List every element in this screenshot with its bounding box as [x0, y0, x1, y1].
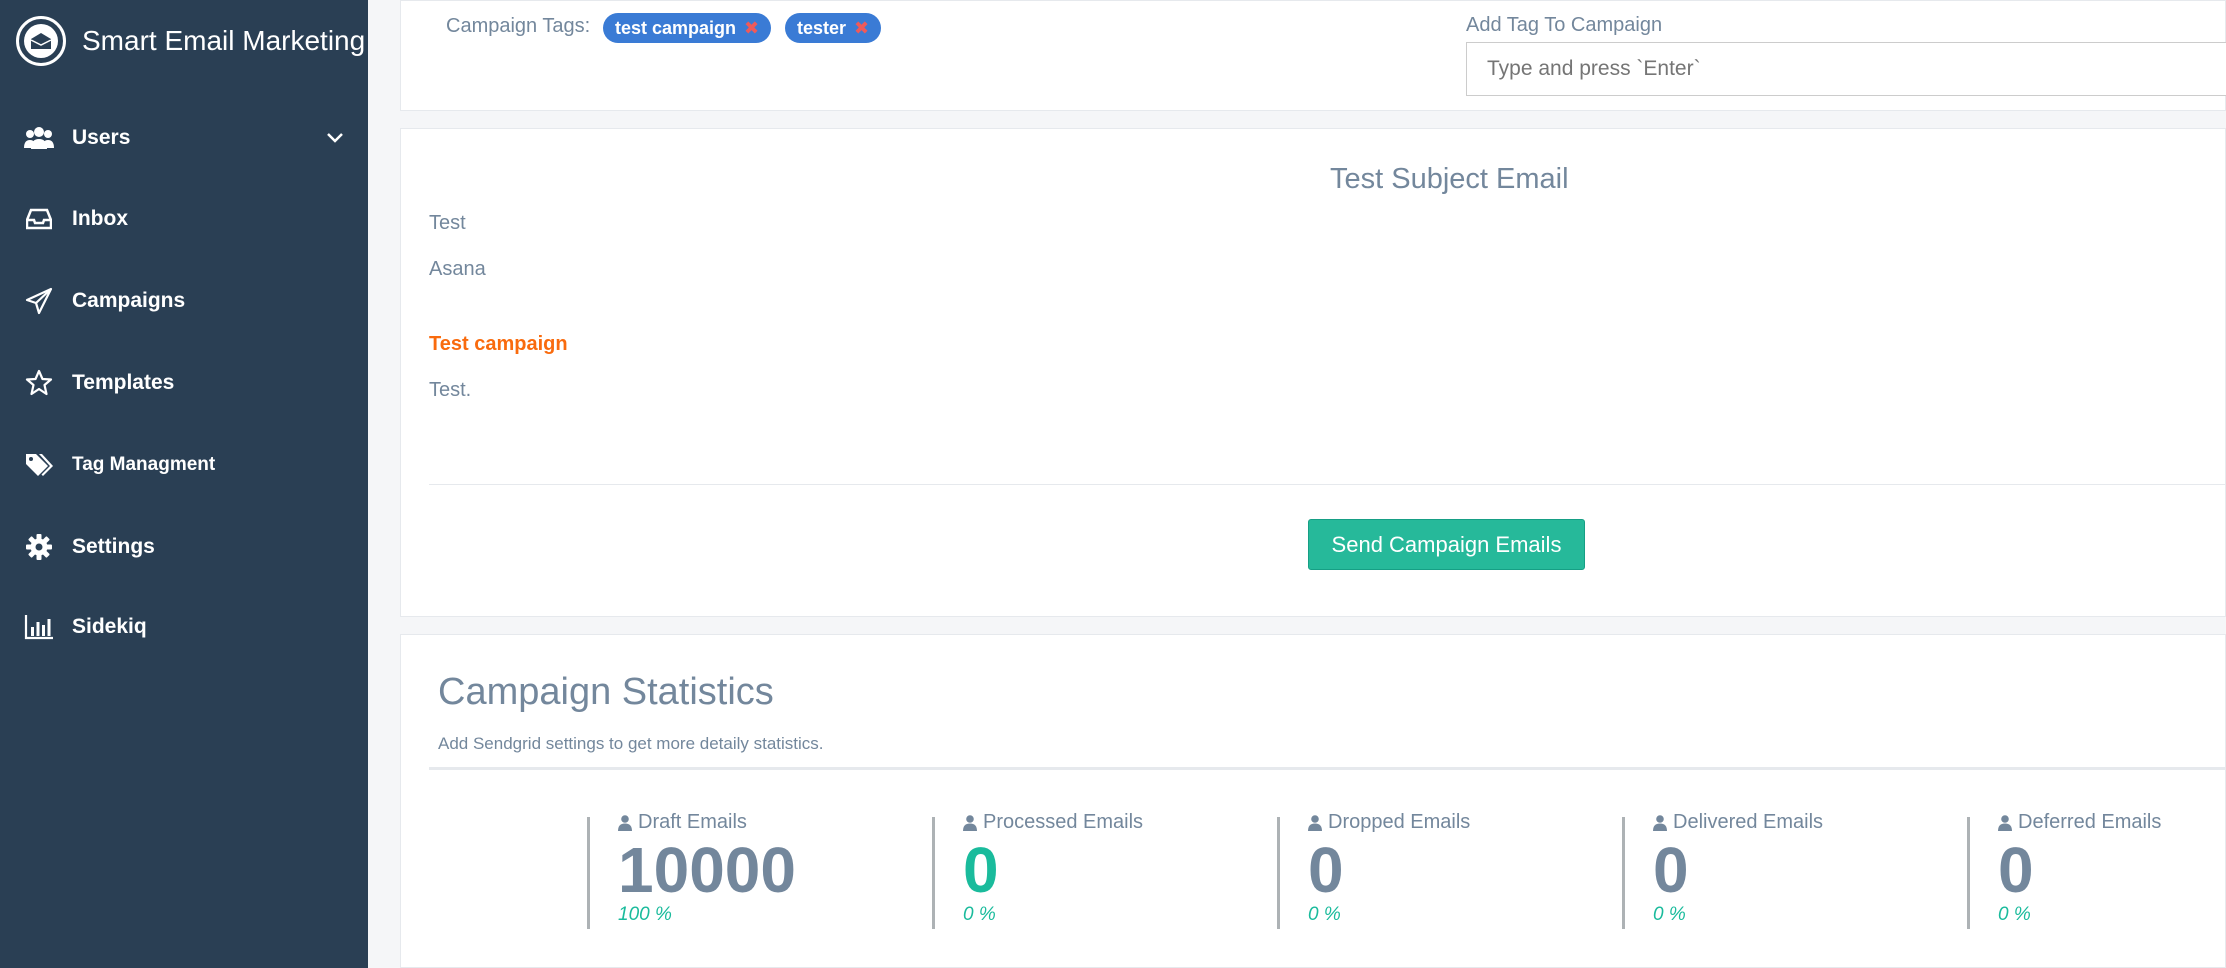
star-icon — [24, 368, 54, 398]
tag-label: tester — [797, 17, 847, 38]
sidebar-item-label: Users — [72, 126, 131, 149]
stat-percent: 100 % — [618, 904, 672, 925]
sidebar-item-label: Templates — [72, 371, 175, 394]
email-body-line: Test. — [429, 379, 472, 401]
envelope-open-icon — [16, 16, 66, 66]
gear-icon — [24, 532, 54, 562]
remove-tag-icon[interactable]: ✖ — [854, 18, 869, 39]
email-highlight-text: Test campaign — [429, 333, 568, 355]
paper-plane-icon — [24, 286, 54, 316]
brand[interactable]: Smart Email Marketing — [16, 16, 365, 66]
sidebar-item-sidekiq[interactable]: Sidekiq — [24, 597, 344, 657]
sidebar-item-campaigns[interactable]: Campaigns — [24, 271, 344, 331]
app-title: Smart Email Marketing — [82, 25, 366, 56]
stat-value: 0 — [1998, 834, 2034, 906]
user-icon — [1308, 814, 1322, 831]
bar-chart-icon — [24, 612, 54, 642]
campaign-tags-label: Campaign Tags: — [446, 15, 591, 37]
stat-label: Dropped Emails — [1328, 811, 1471, 833]
inbox-icon — [24, 204, 54, 234]
stat-percent: 0 % — [1308, 904, 1341, 925]
stat-label: Processed Emails — [983, 811, 1144, 833]
user-icon — [963, 814, 977, 831]
user-icon — [618, 814, 632, 831]
sidebar-item-label: Sidekiq — [72, 615, 147, 638]
remove-tag-icon[interactable]: ✖ — [744, 18, 759, 39]
stat-value: 0 — [963, 834, 999, 906]
sidebar-item-settings[interactable]: Settings — [24, 517, 344, 577]
add-tag-input[interactable] — [1466, 42, 2226, 96]
statistics-subtitle: Add Sendgrid settings to get more detail… — [438, 734, 824, 753]
stat-value: 0 — [1653, 834, 1689, 906]
stat-delivered-emails: Delivered Emails 0 0 % — [1622, 811, 1922, 929]
tag-chip[interactable]: tester ✖ — [785, 13, 882, 43]
email-body-line: Test — [429, 212, 466, 234]
sidebar-item-label: Campaigns — [72, 289, 186, 312]
stat-percent: 0 % — [1998, 904, 2031, 925]
tag-label: test campaign — [615, 17, 737, 38]
send-campaign-emails-button[interactable]: Send Campaign Emails — [1308, 519, 1585, 570]
stat-label: Deferred Emails — [2018, 811, 2162, 833]
stat-percent: 0 % — [1653, 904, 1686, 925]
stat-deferred-emails: Deferred Emails 0 0 % — [1967, 811, 2226, 929]
email-preview-panel: Test Subject Email Test Asana Test campa… — [400, 128, 2226, 617]
sidebar-item-tag-managment[interactable]: Tag Managment — [24, 435, 344, 495]
sidebar-item-templates[interactable]: Templates — [24, 353, 344, 413]
sidebar: Smart Email Marketing Users Inbox Campai… — [0, 0, 368, 968]
divider — [429, 484, 2226, 485]
stat-value: 10000 — [618, 834, 796, 906]
divider — [429, 767, 2226, 770]
tag-chip[interactable]: test campaign ✖ — [603, 13, 772, 43]
stat-percent: 0 % — [963, 904, 996, 925]
campaign-tags-panel: Campaign Tags: test campaign ✖ tester ✖ … — [400, 0, 2226, 111]
stat-processed-emails: Processed Emails 0 0 % — [932, 811, 1232, 929]
tags-icon — [24, 450, 54, 480]
chevron-down-icon[interactable] — [326, 126, 344, 150]
sidebar-item-label: Settings — [72, 535, 155, 558]
stat-label: Delivered Emails — [1673, 811, 1824, 833]
email-subject: Test Subject Email — [1330, 163, 1569, 195]
user-icon — [1653, 814, 1667, 831]
stat-dropped-emails: Dropped Emails 0 0 % — [1277, 811, 1577, 929]
sidebar-item-inbox[interactable]: Inbox — [24, 189, 344, 249]
email-body-line: Asana — [429, 258, 486, 280]
statistics-title: Campaign Statistics — [438, 671, 774, 713]
sidebar-item-users[interactable]: Users — [24, 108, 344, 168]
stat-label: Draft Emails — [638, 811, 747, 833]
add-tag-label: Add Tag To Campaign — [1466, 14, 1663, 36]
sidebar-item-label: Tag Managment — [72, 454, 216, 475]
stat-draft-emails: Draft Emails 10000 100 % — [587, 811, 887, 929]
user-icon — [1998, 814, 2012, 831]
users-icon — [24, 123, 54, 153]
stat-value: 0 — [1308, 834, 1344, 906]
campaign-statistics-panel: Campaign Statistics Add Sendgrid setting… — [400, 634, 2226, 968]
sidebar-item-label: Inbox — [72, 207, 128, 230]
